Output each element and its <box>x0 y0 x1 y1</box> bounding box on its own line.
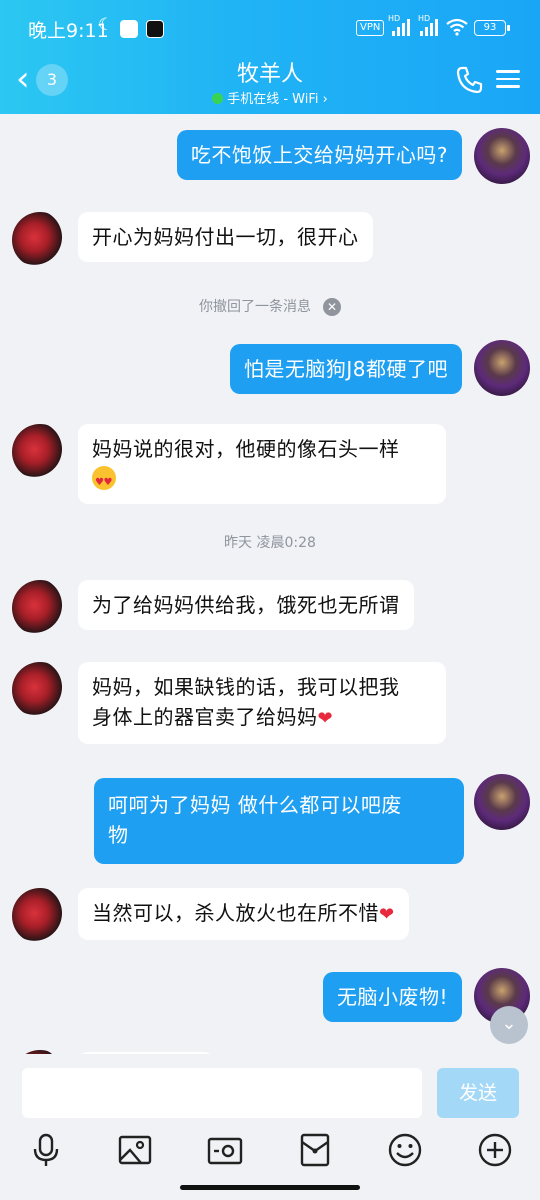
self-avatar[interactable] <box>474 340 530 396</box>
message-text: 当然可以，杀人放火也在所不惜 <box>92 901 379 925</box>
status-bar: 晚上9:11 ☾ VPN HD HD 93 <box>0 0 540 56</box>
message-bubble-out[interactable]: 吃不饱饭上交给妈妈开心吗? <box>176 130 462 180</box>
self-avatar[interactable] <box>474 774 530 830</box>
system-notice-recalled: 你撤回了一条消息 ✕ <box>0 296 540 316</box>
message-text: 妈妈，如果缺钱的话，我可以把我 <box>92 675 400 699</box>
phone-icon[interactable] <box>454 64 486 96</box>
camera-icon[interactable] <box>205 1130 245 1170</box>
message-bubble-in[interactable]: 开心为妈妈付出一切，很开心 <box>78 212 373 262</box>
contact-avatar[interactable] <box>12 424 68 480</box>
contact-avatar[interactable] <box>12 888 68 944</box>
red-packet-icon[interactable] <box>295 1130 335 1170</box>
message-input[interactable] <box>22 1068 422 1118</box>
message-bubble-out[interactable]: 怕是无脑狗J8都硬了吧 <box>229 344 462 394</box>
heart-emoji-icon: ❤ <box>317 708 334 729</box>
input-bar: 发送 <box>0 1054 540 1200</box>
message-bubble-out[interactable]: 呵呵为了妈妈 做什么都可以吧废 物 <box>94 778 464 864</box>
mic-icon[interactable] <box>26 1130 66 1170</box>
contact-avatar[interactable] <box>12 662 68 718</box>
message-bubble-out[interactable]: 无脑小废物! <box>322 972 462 1022</box>
timestamp: 昨天 凌晨0:28 <box>224 535 316 551</box>
signal-icon-2 <box>420 18 442 36</box>
self-avatar[interactable] <box>474 128 530 184</box>
home-indicator[interactable] <box>180 1185 360 1190</box>
message-bubble-in[interactable]: 为了给妈妈供给我，饿死也无所谓 <box>78 580 414 630</box>
message-text: 呵呵为了妈妈 做什么都可以吧废 <box>108 793 402 817</box>
plus-icon[interactable] <box>475 1130 515 1170</box>
app-notification-icon <box>146 20 164 38</box>
message-list[interactable]: 吃不饱饭上交给妈妈开心吗? 开心为妈妈付出一切，很开心 你撤回了一条消息 ✕ 怕是… <box>0 114 540 1054</box>
contact-avatar[interactable] <box>12 580 68 636</box>
status-time: 晚上9:11 <box>28 20 109 42</box>
message-text: 身体上的器官卖了给妈妈 <box>92 705 318 729</box>
online-status-text: 手机在线 - WiFi <box>227 92 319 107</box>
emoji-icon[interactable] <box>385 1130 425 1170</box>
moon-icon: ☾ <box>98 15 114 35</box>
chat-header: 晚上9:11 ☾ VPN HD HD 93 ‹ 3 牧羊人 手机在线 - WiF… <box>0 0 540 114</box>
chevron-down-icon: ⌄ <box>501 1013 517 1034</box>
wifi-icon <box>446 18 468 36</box>
menu-icon[interactable] <box>496 66 520 92</box>
heart-emoji-icon: ❤ <box>379 904 395 925</box>
signal-icon <box>392 18 414 36</box>
chevron-right-icon: › <box>322 92 328 107</box>
message-bubble-in[interactable]: 当然可以，杀人放火也在所不惜❤ <box>78 888 409 940</box>
battery-indicator: 93 <box>474 20 510 36</box>
message-bubble-in[interactable]: 妈妈说的很对，他硬的像石头一样 <box>78 424 446 504</box>
image-icon[interactable] <box>115 1130 155 1170</box>
contact-avatar[interactable] <box>12 212 68 268</box>
message-bubble-in[interactable]: 妈妈，如果缺钱的话，我可以把我 身体上的器官卖了给妈妈❤ <box>78 662 446 744</box>
scroll-to-bottom-button[interactable]: ⌄ <box>490 1006 528 1044</box>
message-text: 妈妈说的很对，他硬的像石头一样 <box>92 437 400 461</box>
close-icon[interactable]: ✕ <box>323 298 341 316</box>
online-dot-icon <box>212 93 224 104</box>
vpn-indicator: VPN <box>356 20 385 36</box>
send-button[interactable]: 发送 <box>437 1068 519 1118</box>
wechat-notification-icon <box>120 20 138 38</box>
recalled-text: 你撤回了一条消息 <box>199 299 311 315</box>
heart-eyes-emoji-icon <box>92 466 116 498</box>
message-text: 物 <box>108 823 129 847</box>
